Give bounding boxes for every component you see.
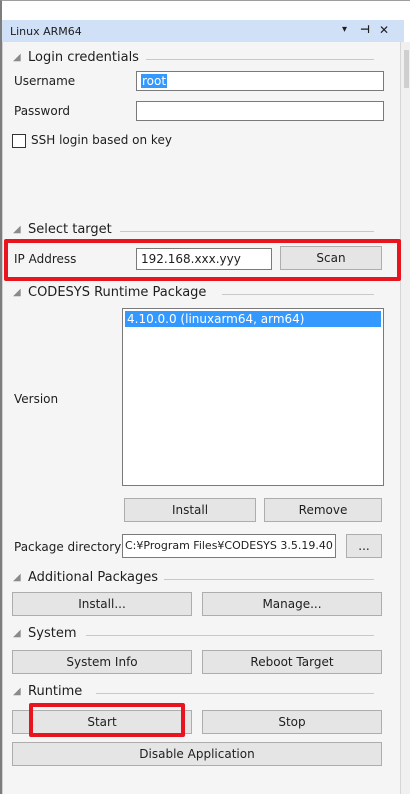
panel-frame [0, 0, 410, 794]
linux-arm64-panel: Linux ARM64 ▾ ⊣ ✕ ◢ Login credentials Us… [0, 0, 410, 794]
